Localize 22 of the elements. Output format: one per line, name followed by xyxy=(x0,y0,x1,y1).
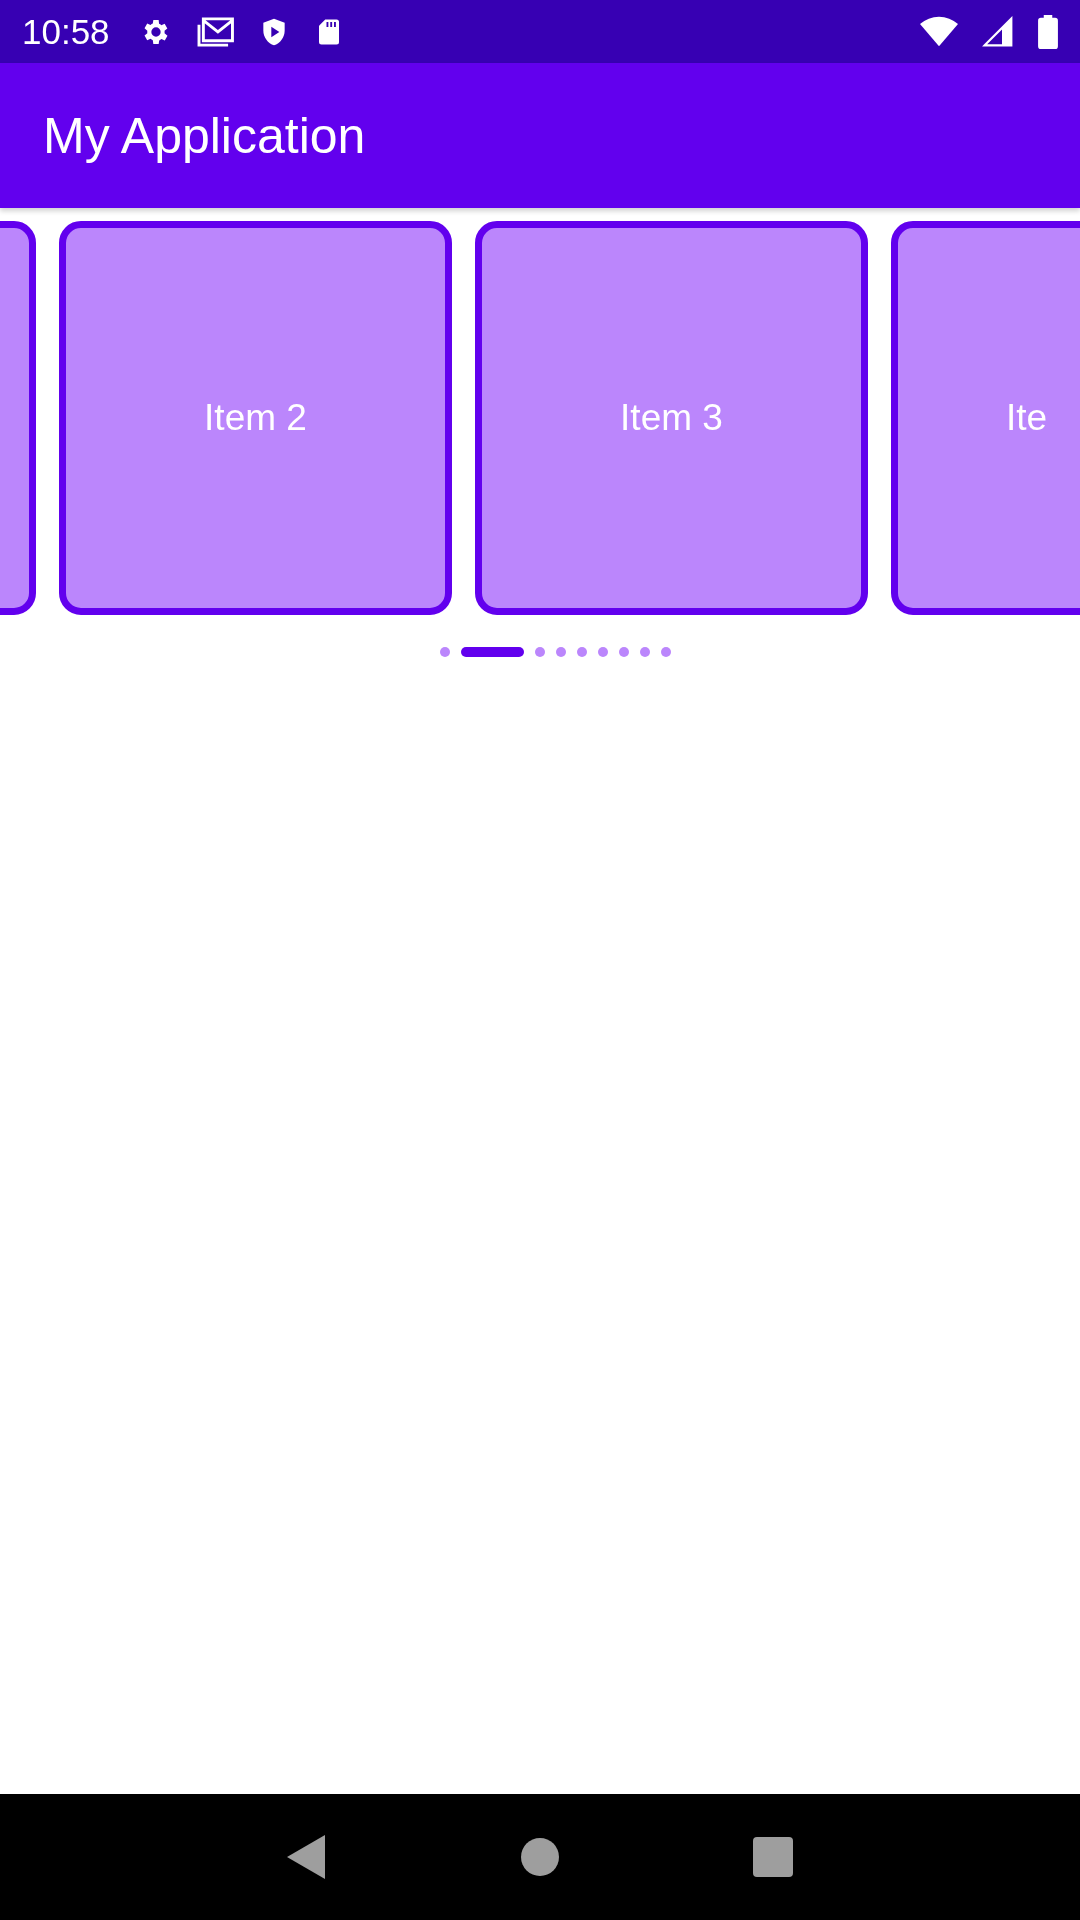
page-indicator-dot[interactable] xyxy=(618,647,629,657)
page-indicator-dot[interactable] xyxy=(639,647,650,657)
page-indicator-dot[interactable] xyxy=(597,647,608,657)
signal-icon xyxy=(982,15,1014,48)
carousel-card[interactable]: Ite xyxy=(891,221,1080,615)
app-title: My Application xyxy=(43,106,366,165)
battery-icon xyxy=(1038,14,1058,49)
carousel-card[interactable]: Item 3 xyxy=(475,221,868,615)
carousel-card[interactable]: Item 2 xyxy=(59,221,452,615)
clock-time: 10:58 xyxy=(22,11,110,52)
home-icon[interactable] xyxy=(521,1838,559,1876)
page-indicator-dot[interactable] xyxy=(660,647,671,657)
card-label: Item 2 xyxy=(204,397,307,439)
page-indicator-dot[interactable] xyxy=(439,647,450,657)
card-label: Ite xyxy=(1006,397,1048,439)
page-indicator-dot[interactable] xyxy=(555,647,566,657)
wifi-icon xyxy=(920,15,958,48)
mail-icon xyxy=(195,15,234,48)
back-icon[interactable] xyxy=(287,1835,327,1879)
page-indicator-dot[interactable] xyxy=(576,647,587,657)
page-indicator-dot[interactable] xyxy=(534,647,545,657)
card-label: Item 3 xyxy=(620,397,723,439)
